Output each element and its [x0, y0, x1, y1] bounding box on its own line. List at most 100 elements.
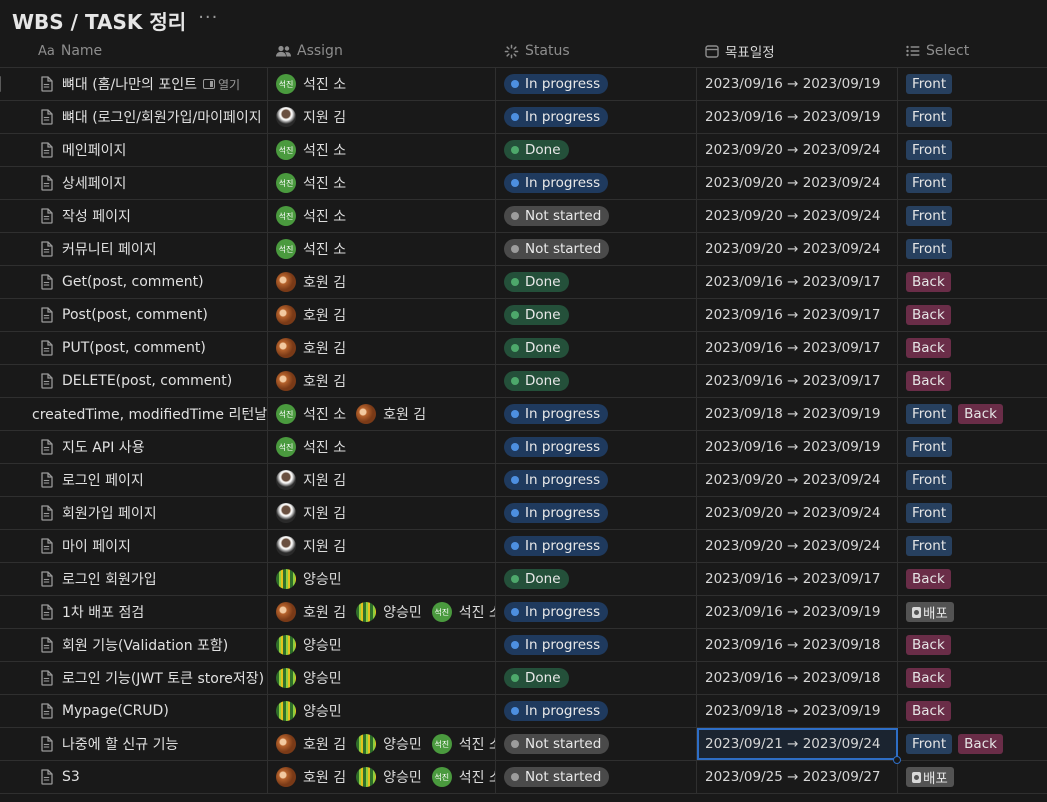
name-cell[interactable]: PUT(post, comment): [0, 332, 268, 364]
assign-cell[interactable]: 석진 석진 소: [268, 200, 496, 232]
task-name[interactable]: DELETE(post, comment): [62, 373, 232, 389]
status-cell[interactable]: Not started: [496, 233, 697, 265]
column-header-date[interactable]: 목표일정: [697, 35, 898, 67]
select-cell[interactable]: Back: [898, 662, 1047, 694]
select-cell[interactable]: 배포: [898, 596, 1047, 628]
task-name[interactable]: 나중에 할 신규 기능: [62, 734, 178, 754]
select-cell[interactable]: Front Back: [898, 398, 1047, 430]
select-tag-back[interactable]: Back: [906, 635, 951, 655]
assign-cell[interactable]: 석진 석진 소: [268, 68, 496, 100]
select-cell[interactable]: Front: [898, 431, 1047, 463]
date-cell[interactable]: 2023/09/16 → 2023/09/17: [697, 365, 898, 397]
person-chip[interactable]: 호원 김: [276, 371, 346, 391]
select-tag-back[interactable]: Back: [906, 305, 951, 325]
name-cell[interactable]: 커뮤니티 페이지: [0, 233, 268, 265]
select-cell[interactable]: Front: [898, 101, 1047, 133]
status-badge[interactable]: In progress: [504, 635, 609, 655]
person-chip[interactable]: 석진 석진 소: [431, 734, 495, 754]
select-cell[interactable]: Back: [898, 629, 1047, 661]
select-tag-front[interactable]: Front: [906, 404, 953, 424]
person-chip[interactable]: 양승민: [276, 668, 342, 688]
status-badge[interactable]: In progress: [504, 536, 609, 556]
select-tag-deploy[interactable]: 배포: [906, 767, 954, 787]
task-name[interactable]: 상세페이지: [62, 173, 126, 193]
select-tag-front[interactable]: Front: [906, 470, 953, 490]
select-cell[interactable]: Front: [898, 68, 1047, 100]
assign-cell[interactable]: 지원 김: [268, 497, 496, 529]
name-cell[interactable]: 회원가입 페이지: [0, 497, 268, 529]
select-tag-front[interactable]: Front: [906, 173, 953, 193]
table-row[interactable]: S3 호원 김 양승민 석진 석진 소 Not started 2023/09/25 → 2…: [0, 761, 1047, 794]
name-cell[interactable]: 지도 API 사용: [0, 431, 268, 463]
status-cell[interactable]: Not started: [496, 761, 697, 793]
assign-cell[interactable]: 호원 김: [268, 299, 496, 331]
date-cell[interactable]: 2023/09/16 → 2023/09/17: [697, 563, 898, 595]
person-chip[interactable]: 호원 김: [276, 305, 346, 325]
name-cell[interactable]: 마이 페이지: [0, 530, 268, 562]
name-cell[interactable]: Get(post, comment): [0, 266, 268, 298]
name-cell[interactable]: createdTime, modifiedTime 리턴날짜: [0, 398, 268, 430]
status-badge[interactable]: Done: [504, 272, 569, 292]
task-name[interactable]: 작성 페이지: [62, 206, 131, 226]
select-cell[interactable]: Back: [898, 365, 1047, 397]
select-tag-back[interactable]: Back: [906, 668, 951, 688]
status-cell[interactable]: Done: [496, 299, 697, 331]
assign-cell[interactable]: 호원 김: [268, 365, 496, 397]
task-name[interactable]: 로그인 회원가입: [62, 569, 157, 589]
table-row[interactable]: DELETE(post, comment) 호원 김 Done 2023/09/16 …: [0, 365, 1047, 398]
status-badge[interactable]: Done: [504, 305, 569, 325]
assign-cell[interactable]: 석진 석진 소: [268, 233, 496, 265]
status-cell[interactable]: Done: [496, 332, 697, 364]
status-badge[interactable]: Done: [504, 668, 569, 688]
person-chip[interactable]: 양승민: [276, 701, 342, 721]
person-chip[interactable]: 양승민: [356, 734, 422, 754]
status-cell[interactable]: In progress: [496, 167, 697, 199]
table-row[interactable]: 로그인 페이지 지원 김 In progress 2023/09/20 → 2023/…: [0, 464, 1047, 497]
task-name[interactable]: Post(post, comment): [62, 307, 208, 323]
status-badge[interactable]: In progress: [504, 470, 609, 490]
select-tag-front[interactable]: Front: [906, 536, 953, 556]
person-chip[interactable]: 석진 석진 소: [276, 239, 346, 259]
person-chip[interactable]: 호원 김: [276, 272, 346, 292]
select-tag-deploy[interactable]: 배포: [906, 602, 954, 622]
select-tag-back[interactable]: Back: [906, 569, 951, 589]
person-chip[interactable]: 호원 김: [276, 602, 346, 622]
person-chip[interactable]: 양승민: [276, 569, 342, 589]
select-tag-front[interactable]: Front: [906, 107, 953, 127]
assign-cell[interactable]: 호원 김 양승민 석진 석진 소: [268, 761, 496, 793]
date-cell[interactable]: 2023/09/16 → 2023/09/17: [697, 332, 898, 364]
date-cell[interactable]: 2023/09/20 → 2023/09/24: [697, 233, 898, 265]
date-cell[interactable]: 2023/09/20 → 2023/09/24: [697, 497, 898, 529]
table-row[interactable]: 커뮤니티 페이지 석진 석진 소 Not started 2023/09/20 → 20…: [0, 233, 1047, 266]
status-cell[interactable]: In progress: [496, 596, 697, 628]
column-header-name[interactable]: Aa Name: [0, 35, 268, 67]
person-chip[interactable]: 지원 김: [276, 107, 346, 127]
assign-cell[interactable]: 호원 김 양승민 석진 석진 소: [268, 728, 496, 760]
task-name[interactable]: Mypage(CRUD): [62, 703, 169, 719]
select-tag-back[interactable]: Back: [906, 338, 951, 358]
status-cell[interactable]: Done: [496, 266, 697, 298]
select-cell[interactable]: Back: [898, 266, 1047, 298]
more-options-button[interactable]: ···: [198, 7, 218, 28]
name-cell[interactable]: 로그인 회원가입: [0, 563, 268, 595]
status-badge[interactable]: In progress: [504, 74, 609, 94]
column-header-select[interactable]: Select: [898, 35, 1047, 67]
status-cell[interactable]: Done: [496, 563, 697, 595]
date-cell[interactable]: 2023/09/20 → 2023/09/24: [697, 200, 898, 232]
column-header-assign[interactable]: Assign: [268, 35, 496, 67]
status-cell[interactable]: Done: [496, 365, 697, 397]
date-cell[interactable]: 2023/09/20 → 2023/09/24: [697, 530, 898, 562]
status-badge[interactable]: Not started: [504, 767, 610, 787]
table-row[interactable]: createdTime, modifiedTime 리턴날짜 석진 석진 소 호원 김…: [0, 398, 1047, 431]
date-cell[interactable]: 2023/09/25 → 2023/09/27: [697, 761, 898, 793]
name-cell[interactable]: 나중에 할 신규 기능: [0, 728, 268, 760]
task-name[interactable]: 로그인 페이지: [62, 470, 144, 490]
task-name[interactable]: 마이 페이지: [62, 536, 131, 556]
select-cell[interactable]: Back: [898, 695, 1047, 727]
select-cell[interactable]: Front: [898, 530, 1047, 562]
task-name[interactable]: Get(post, comment): [62, 274, 204, 290]
name-cell[interactable]: 메인페이지: [0, 134, 268, 166]
status-badge[interactable]: Done: [504, 338, 569, 358]
select-tag-front[interactable]: Front: [906, 503, 953, 523]
table-row[interactable]: Mypage(CRUD) 양승민 In progress 2023/09/18 → 2…: [0, 695, 1047, 728]
